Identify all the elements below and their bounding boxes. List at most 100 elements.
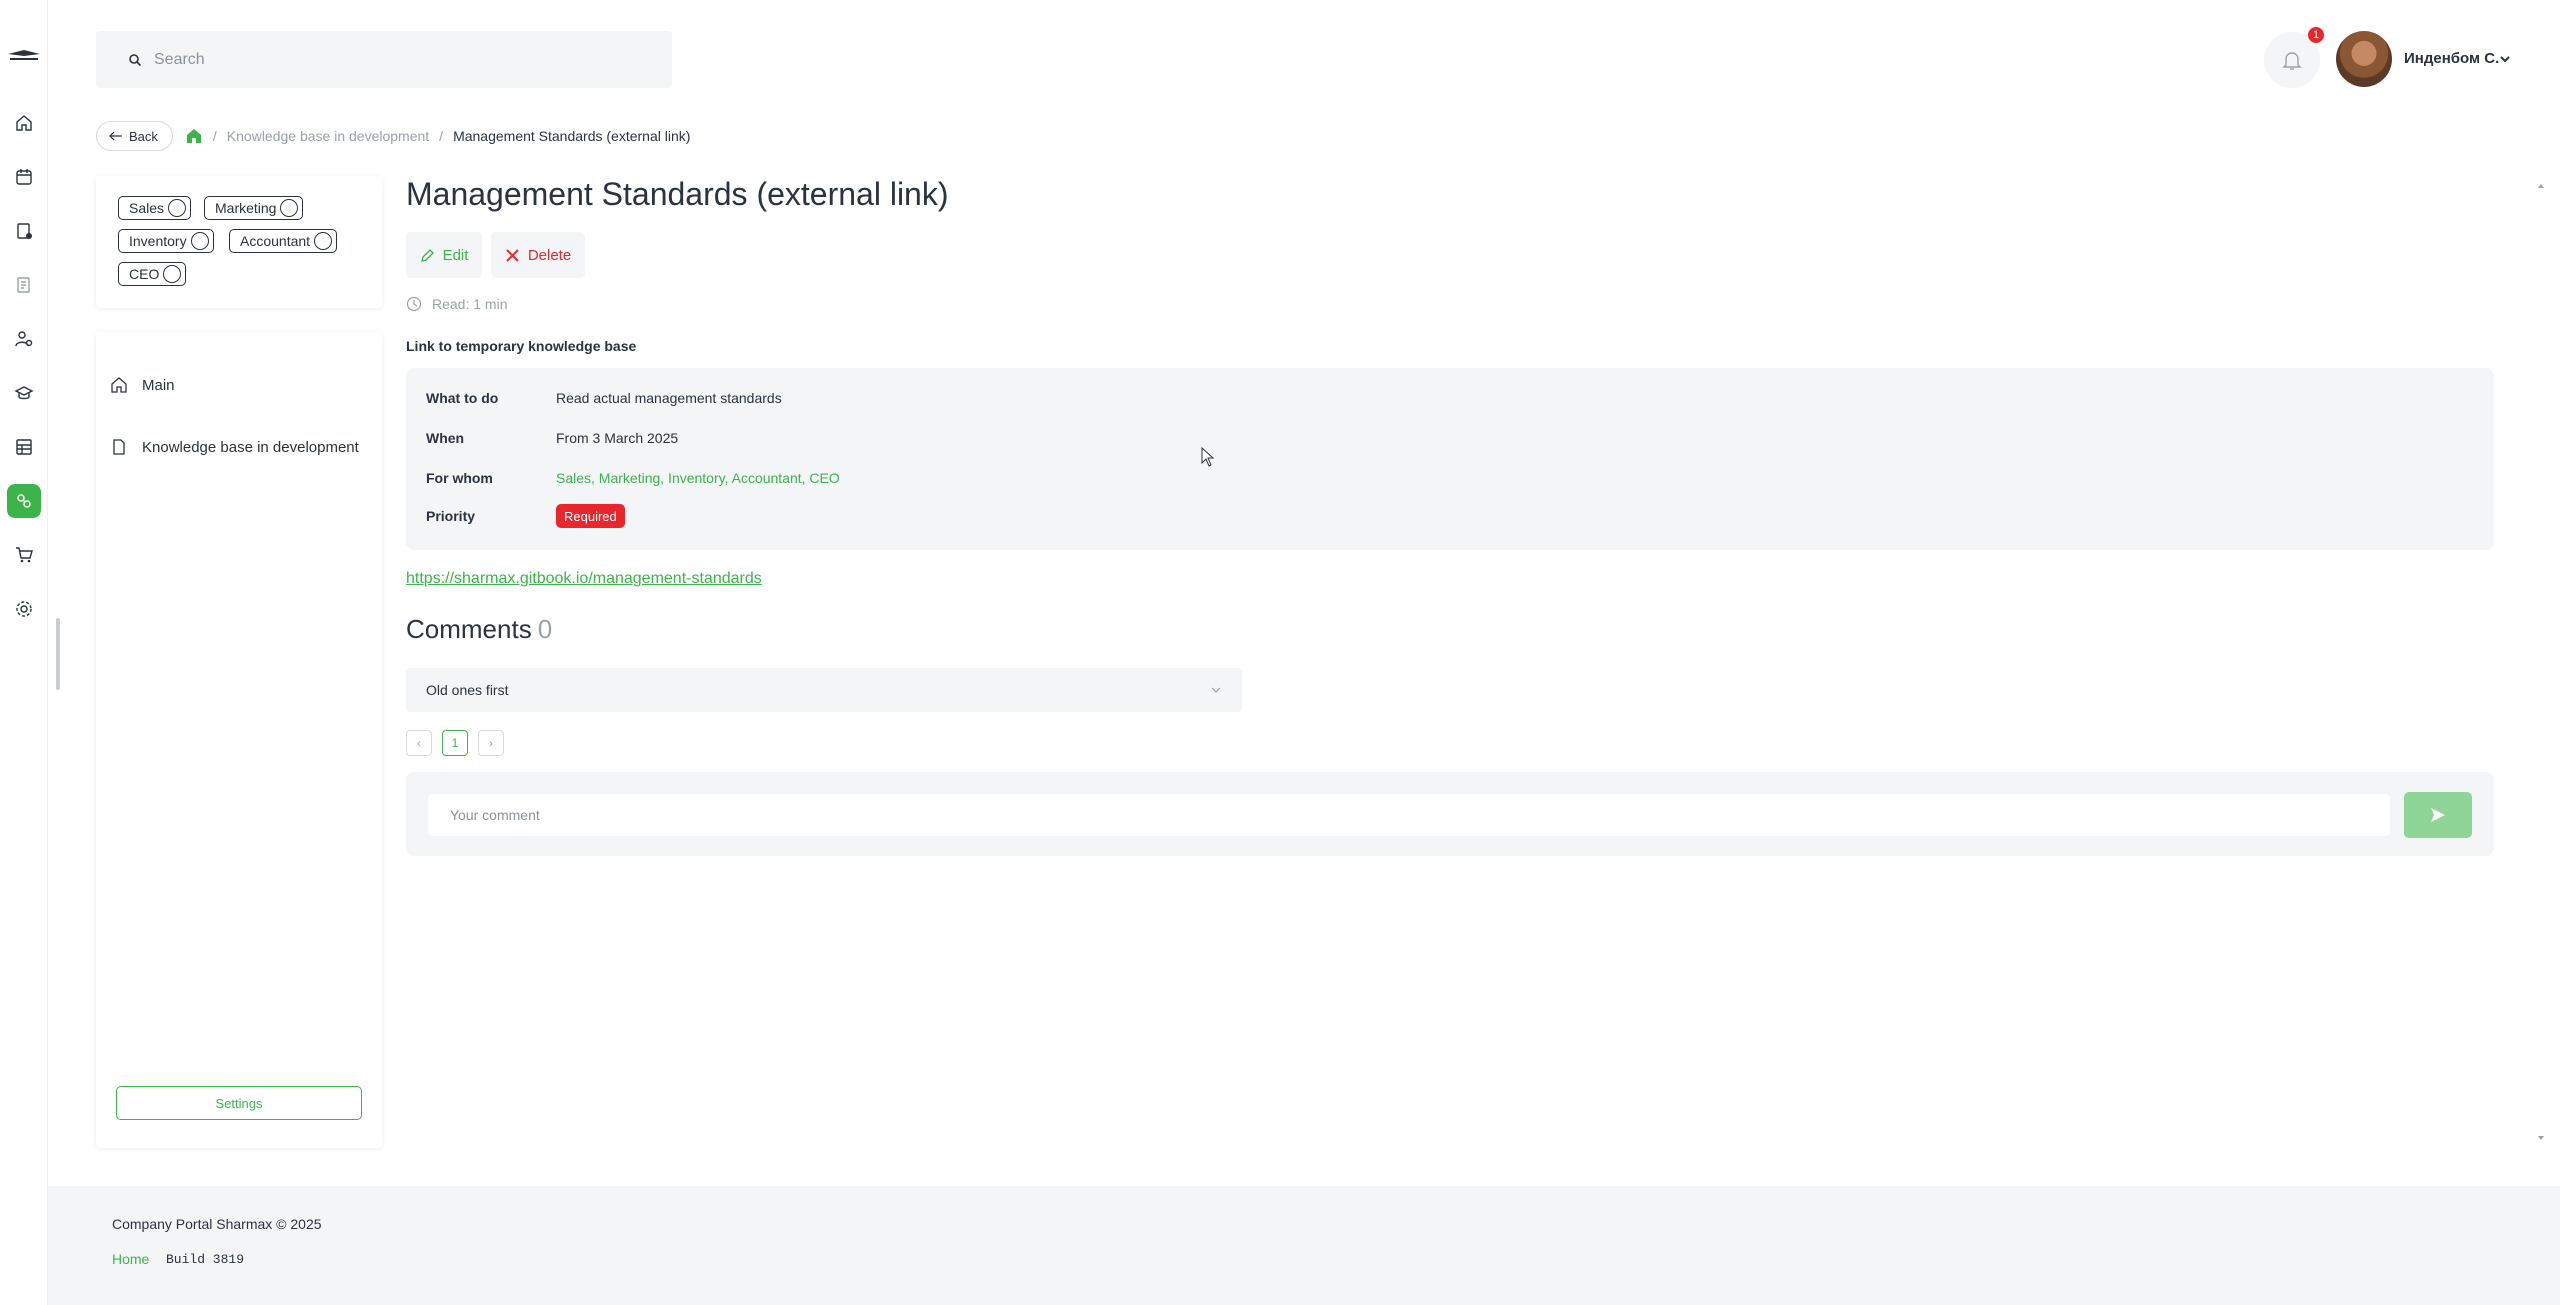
comments-sort-select[interactable]: Old ones first <box>406 668 1242 712</box>
detail-label: What to do <box>426 390 499 406</box>
sidebar-item-knowledge-base[interactable]: Knowledge base in development <box>110 432 359 462</box>
pagination-prev[interactable]: ‹ <box>406 730 432 756</box>
home-icon <box>111 377 127 393</box>
page-title: Management Standards (external link) <box>406 176 949 212</box>
chevron-down-icon[interactable] <box>2498 52 2512 66</box>
tag-accountant[interactable]: Accountant <box>229 229 338 253</box>
comments-count: 0 <box>537 614 553 644</box>
send-icon <box>2431 808 2445 822</box>
user-name[interactable]: Инденбом С. <box>2404 50 2499 67</box>
rail-gear-icon[interactable] <box>7 592 41 626</box>
breadcrumb: Back / Knowledge base in development / M… <box>96 121 690 151</box>
back-button[interactable]: Back <box>96 121 173 151</box>
tag-label: Sales <box>129 200 165 216</box>
delete-button[interactable]: Delete <box>491 232 585 278</box>
detail-label: When <box>426 430 465 446</box>
home-icon[interactable] <box>185 127 203 145</box>
tag-inventory[interactable]: Inventory <box>118 229 214 253</box>
tag-ceo[interactable]: CEO <box>118 262 187 286</box>
rail-users-settings-icon[interactable] <box>7 322 41 356</box>
edit-button[interactable]: Edit <box>406 232 482 278</box>
detail-row: Priority Required <box>426 504 625 528</box>
sort-value: Old ones first <box>426 682 509 698</box>
arrow-left-icon <box>109 131 122 141</box>
detail-label: For whom <box>426 470 493 486</box>
article-subheading: Link to temporary knowledge base <box>406 338 637 354</box>
tag-sales[interactable]: Sales <box>118 196 192 220</box>
clock-icon <box>406 296 422 312</box>
priority-badge: Required <box>556 504 625 528</box>
settings-button[interactable]: Settings <box>116 1086 362 1120</box>
bell-icon <box>2282 52 2302 70</box>
delete-label: Delete <box>527 246 572 264</box>
rail-home-icon[interactable] <box>7 106 41 140</box>
footer-copyright: Company Portal Sharmax © 2025 <box>112 1216 322 1232</box>
comment-input[interactable] <box>428 794 2390 836</box>
scroll-up-arrow[interactable] <box>2538 184 2544 188</box>
tag-marketing[interactable]: Marketing <box>204 196 304 220</box>
detail-row: When From 3 March 2025 <box>426 426 678 450</box>
left-rail <box>0 0 48 1305</box>
rail-reports-icon[interactable] <box>7 268 41 302</box>
breadcrumb-separator: / <box>439 128 444 144</box>
sidebar-item-label: Main <box>142 376 175 394</box>
tag-toggle[interactable] <box>168 199 187 217</box>
pencil-icon <box>420 248 434 262</box>
edit-label: Edit <box>442 246 469 264</box>
sidebar-item-label: Knowledge base in development <box>142 438 359 456</box>
comments-title: Comments <box>406 614 532 644</box>
comments-heading: Comments 0 <box>406 614 552 645</box>
tag-toggle[interactable] <box>280 199 299 217</box>
tag-toggle[interactable] <box>163 265 182 283</box>
tag-toggle[interactable] <box>190 232 209 250</box>
chevron-down-icon <box>1211 687 1221 693</box>
comment-composer <box>406 772 2494 856</box>
breadcrumb-separator: / <box>212 128 217 144</box>
tag-label: Accountant <box>240 233 311 249</box>
pagination-next[interactable]: › <box>478 730 504 756</box>
details-panel: What to do Read actual management standa… <box>406 368 2494 550</box>
detail-row: For whom Sales, Marketing, Inventory, Ac… <box>426 466 840 490</box>
rail-scrollbar[interactable] <box>56 618 60 690</box>
scroll-down-arrow[interactable] <box>2538 1136 2544 1140</box>
build-number: Build 3819 <box>166 1252 245 1267</box>
rail-cart-icon[interactable] <box>7 538 41 572</box>
tag-label: Marketing <box>215 200 277 216</box>
search-bar[interactable] <box>96 31 672 88</box>
tag-label: Inventory <box>129 233 187 249</box>
rail-knowledge-icon[interactable] <box>7 484 41 518</box>
detail-value: Read actual management standards <box>556 390 782 406</box>
tags-filter: Sales Marketing Inventory Accountant CEO <box>96 176 382 308</box>
tag-label: CEO <box>129 266 160 282</box>
detail-value: From 3 March 2025 <box>556 430 679 446</box>
sidebar-item-main[interactable]: Main <box>110 370 175 400</box>
search-input[interactable] <box>154 50 634 69</box>
document-icon <box>113 439 125 455</box>
content-scrollbar[interactable] <box>2536 176 2546 1148</box>
external-link[interactable]: https://sharmax.gitbook.io/management-st… <box>406 570 762 588</box>
footer: Company Portal Sharmax © 2025 Home Build… <box>48 1186 2560 1305</box>
tag-toggle[interactable] <box>314 232 333 250</box>
search-icon <box>129 53 142 66</box>
rail-table-icon[interactable] <box>7 430 41 464</box>
detail-value-audience: Sales, Marketing, Inventory, Accountant,… <box>556 470 840 486</box>
detail-row: What to do Read actual management standa… <box>426 386 782 410</box>
send-button[interactable] <box>2404 792 2472 838</box>
sidebar-nav: Main Knowledge base in development Setti… <box>96 332 382 1148</box>
breadcrumb-link[interactable]: Knowledge base in development <box>227 128 429 144</box>
pagination-page[interactable]: 1 <box>442 730 468 756</box>
breadcrumb-current: Management Standards (external link) <box>453 128 691 144</box>
close-icon <box>506 248 519 262</box>
rail-tasks-icon[interactable] <box>7 214 41 248</box>
rail-education-icon[interactable] <box>7 376 41 410</box>
footer-home-link[interactable]: Home <box>112 1251 149 1267</box>
detail-label: Priority <box>426 508 476 524</box>
avatar[interactable] <box>2336 31 2392 87</box>
mouse-cursor-icon <box>1201 447 1215 467</box>
back-label: Back <box>129 128 158 144</box>
read-time-text: Read: 1 min <box>432 296 508 312</box>
rail-calendar-icon[interactable] <box>7 160 41 194</box>
read-time: Read: 1 min <box>406 296 507 312</box>
logo[interactable] <box>6 46 42 64</box>
notification-badge: 1 <box>2306 25 2326 45</box>
